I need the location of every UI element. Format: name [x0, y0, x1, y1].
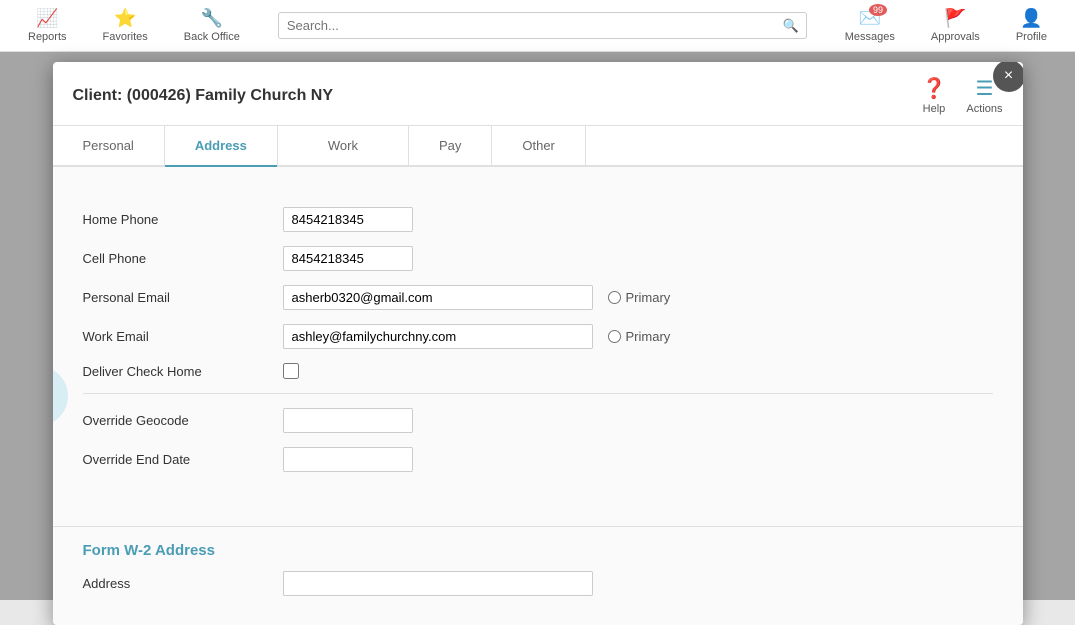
top-navigation: 📈 Reports ⭐ Favorites 🔧 Back Office 🔍 ✉️… — [0, 0, 1075, 52]
nav-backoffice[interactable]: 🔧 Back Office — [166, 8, 258, 43]
override-end-date-label: Override End Date — [83, 452, 283, 467]
personal-email-input[interactable] — [283, 285, 593, 310]
tab-pay[interactable]: Pay — [409, 126, 492, 165]
close-button[interactable]: × — [993, 62, 1023, 92]
cell-phone-input[interactable] — [283, 246, 413, 271]
personal-email-primary-group: Primary — [608, 290, 671, 305]
tab-other[interactable]: Other — [492, 126, 586, 165]
nav-favorites[interactable]: ⭐ Favorites — [85, 8, 166, 43]
home-phone-input[interactable] — [283, 207, 413, 232]
w2-address-label: Address — [83, 576, 283, 591]
tab-address[interactable]: Address — [165, 126, 278, 165]
client-modal: × Client: (000426) Family Church NY ❓ He… — [53, 62, 1023, 625]
personal-email-row: Personal Email Primary — [83, 285, 993, 310]
favorites-icon: ⭐ — [114, 8, 136, 29]
tab-personal[interactable]: Personal — [53, 126, 165, 165]
override-end-date-row: Override End Date — [83, 447, 993, 472]
work-email-primary-radio[interactable] — [608, 330, 621, 343]
w2-address-row: Address — [83, 571, 993, 596]
work-email-primary-label: Primary — [626, 329, 671, 344]
nav-approvals[interactable]: 🚩 Approvals — [913, 8, 998, 43]
w2-address-input[interactable] — [283, 571, 593, 596]
home-phone-row: Home Phone — [83, 207, 993, 232]
personal-email-label: Personal Email — [83, 290, 283, 305]
search-icon: 🔍 — [783, 18, 799, 34]
deliver-check-home-label: Deliver Check Home — [83, 364, 283, 379]
help-icon: ❓ — [922, 76, 947, 101]
modal-header: Client: (000426) Family Church NY ❓ Help… — [53, 62, 1023, 126]
override-end-date-input[interactable] — [283, 447, 413, 472]
override-geocode-label: Override Geocode — [83, 413, 283, 428]
personal-email-primary-radio[interactable] — [608, 291, 621, 304]
modal-title: Client: (000426) Family Church NY — [73, 87, 334, 105]
modal-header-actions: ❓ Help ☰ Actions — [922, 76, 1003, 115]
cell-phone-label: Cell Phone — [83, 251, 283, 266]
home-phone-label: Home Phone — [83, 212, 283, 227]
nav-reports[interactable]: 📈 Reports — [10, 8, 85, 43]
contact-form-section: Home Phone Cell Phone Personal Email — [83, 187, 993, 506]
reports-icon: 📈 — [36, 8, 58, 29]
search-input[interactable] — [278, 12, 807, 39]
w2-title: Form W-2 Address — [83, 542, 993, 559]
work-email-row: Work Email Primary — [83, 324, 993, 349]
cell-phone-row: Cell Phone — [83, 246, 993, 271]
nav-messages[interactable]: ✉️ 99 Messages — [827, 8, 913, 43]
approvals-icon: 🚩 — [944, 8, 966, 29]
tab-work[interactable]: Work — [278, 126, 409, 165]
override-geocode-row: Override Geocode — [83, 408, 993, 433]
work-circle: Work — [328, 138, 358, 153]
personal-email-primary-label: Primary — [626, 290, 671, 305]
modal-content-wrapper: Home Phone Cell Phone Personal Email — [53, 167, 1023, 625]
work-email-input[interactable] — [283, 324, 593, 349]
modal-body: Home Phone Cell Phone Personal Email — [53, 167, 1023, 527]
actions-icon: ☰ — [975, 76, 993, 101]
w2-section: Form W-2 Address Address — [53, 527, 1023, 625]
work-email-label: Work Email — [83, 329, 283, 344]
nav-profile[interactable]: 👤 Profile — [998, 8, 1065, 43]
form-divider — [83, 393, 993, 394]
tab-bar: Personal Address Work Pay Other — [53, 126, 1023, 167]
messages-icon: ✉️ 99 — [859, 8, 881, 29]
deliver-check-home-checkbox[interactable] — [283, 363, 299, 379]
help-button[interactable]: ❓ Help — [922, 76, 947, 115]
override-geocode-input[interactable] — [283, 408, 413, 433]
deliver-check-home-row: Deliver Check Home — [83, 363, 993, 379]
backoffice-icon: 🔧 — [201, 8, 223, 29]
work-email-primary-group: Primary — [608, 329, 671, 344]
search-bar: 🔍 — [278, 12, 807, 39]
modal-overlay: × Client: (000426) Family Church NY ❓ He… — [0, 52, 1075, 600]
profile-icon: 👤 — [1020, 8, 1042, 29]
